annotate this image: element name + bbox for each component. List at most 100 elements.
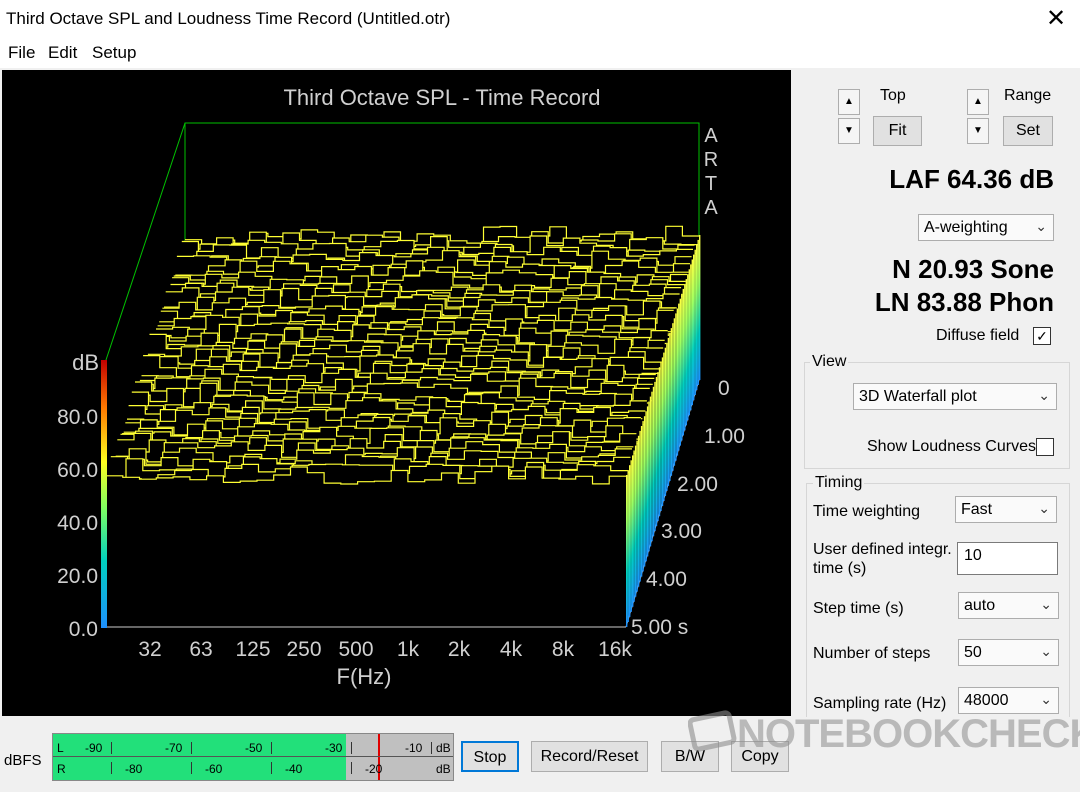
arta-letter: T [705,173,717,195]
x-tick-label: 250 [286,638,321,661]
arta-letter: A [704,125,718,147]
waterfall-side-strip [640,426,643,577]
time-tick-label: 3.00 [661,520,702,543]
y-tick-labels: 80.0 60.0 40.0 20.0 0.0 [57,406,98,641]
view-mode-value: 3D Waterfall plot [859,388,977,405]
y-tick-label: 40.0 [57,512,98,535]
top-up-button[interactable]: ▲ [838,89,860,115]
range-down-button[interactable]: ▼ [967,118,989,144]
meter-scale-bottom-label: -20 [365,762,383,776]
meter-scale-top-label: -10 [405,741,423,755]
plot-title: Third Octave SPL - Time Record [283,85,600,110]
meter-tick [351,742,352,754]
step-time-select[interactable]: auto ⌄ [958,592,1059,619]
timing-group-label: Timing [813,474,865,492]
watermark-text: NOTEBOOKCHECK [737,712,1080,756]
waterfall-side-strip [648,401,650,552]
waterfall-side-strip [663,352,665,501]
waterfall-side-strip [627,470,629,622]
meter-scale-top-label: -30 [325,741,343,755]
top-down-button[interactable]: ▼ [838,118,860,144]
meter-tick [351,762,352,774]
meter-divider [53,756,453,757]
waterfall-side-strip [633,450,635,602]
window-title: Third Octave SPL and Loudness Time Recor… [6,9,451,28]
show-loudness-curves-label: Show Loudness Curves [867,438,1036,455]
meter-tick [271,762,272,774]
number-of-steps-value: 50 [964,644,982,661]
waterfall-side-strip [682,288,684,436]
y-unit-label: dB [72,350,99,375]
waterfall-side-strip [652,386,655,537]
waterfall-side-strip [643,416,646,567]
waterfall-side-strip [693,254,695,401]
x-tick-labels: 32 63 125 250 500 1k 2k 4k 8k 16k [138,638,632,661]
waterfall-side-strip [626,475,628,627]
arta-letter: A [704,197,718,219]
waterfall-side-strip [684,284,686,431]
meter-l-label: L [57,741,64,755]
laf-readout: LAF 64.36 dB [889,164,1054,194]
time-weighting-select[interactable]: Fast ⌄ [955,496,1057,523]
fit-button[interactable]: Fit [873,116,922,146]
menu-file[interactable]: File [8,43,35,63]
waterfall-side-strip [670,328,673,476]
level-meter: L R -90 -70 -50 -30 -10 -80 -60 -40 -20 dB dB [52,733,454,781]
waterfall-plot[interactable]: Third Octave SPL - Time Record dB 80.0 60… [2,70,791,716]
meter-tick [271,742,272,754]
waterfall-side-strip [699,235,701,380]
set-button[interactable]: Set [1003,116,1053,146]
waterfall-side-strip [655,377,658,527]
waterfall-side-strip [685,279,687,426]
waterfall-side-strip [667,337,670,486]
loudness-n-readout: N 20.93 Sone [892,254,1054,284]
step-time-value: auto [964,597,996,614]
waterfall-side-strip [666,342,668,491]
watermark-logo [687,708,738,759]
waterfall-side-strip [646,406,649,557]
show-loudness-curves-checkbox[interactable] [1036,438,1054,456]
y-tick-label: 0.0 [69,618,98,641]
menu-setup[interactable]: Setup [92,43,136,63]
waterfall-side-strip [630,460,632,612]
x-tick-label: 63 [189,638,212,661]
waterfall-side-strip [691,259,693,406]
record-reset-button[interactable]: Record/Reset [531,741,648,772]
y-tick-label: 60.0 [57,459,98,482]
waterfall-side-strip [629,465,631,617]
sampling-rate-select[interactable]: 48000 ⌄ [958,687,1059,714]
time-weighting-label: Time weighting [813,503,921,520]
chevron-down-icon: ⌄ [1038,387,1050,403]
meter-tick [431,742,432,754]
weighting-value: A-weighting [924,219,1008,236]
arta-letter: R [704,149,718,171]
chevron-down-icon: ⌄ [1040,643,1052,659]
waterfall-side-strip [673,318,676,466]
stop-button[interactable]: Stop [461,741,519,772]
close-icon[interactable]: ✕ [1040,4,1072,34]
weighting-select[interactable]: A-weighting ⌄ [918,214,1054,241]
diffuse-field-checkbox[interactable]: ✓ [1033,327,1051,345]
waterfall-side-strip [632,455,634,607]
meter-tick [111,742,112,754]
user-integr-label-2: time (s) [813,560,867,577]
meter-tick [111,762,112,774]
waterfall-side-strip [661,357,664,506]
number-of-steps-select[interactable]: 50 ⌄ [958,639,1059,666]
chevron-down-icon: ⌄ [1040,596,1052,612]
arta-logo: ARTA [704,125,719,219]
menu-edit[interactable]: Edit [48,43,77,63]
dbfs-label: dBFS [4,752,42,769]
time-tick-label: 4.00 [646,568,687,591]
view-group-label: View [810,353,849,371]
waterfall-side-strip [664,347,667,496]
waterfall-side-strip [634,445,637,597]
meter-scale-bottom-label: -40 [285,762,303,776]
view-mode-select[interactable]: 3D Waterfall plot ⌄ [853,383,1057,410]
user-integr-input[interactable]: 10 [957,542,1058,575]
title-bar: Third Octave SPL and Loudness Time Recor… [0,0,1080,38]
range-up-button[interactable]: ▲ [967,89,989,115]
waterfall-side-strip [681,293,683,441]
sampling-rate-label: Sampling rate (Hz) [813,695,947,712]
meter-tick [191,762,192,774]
